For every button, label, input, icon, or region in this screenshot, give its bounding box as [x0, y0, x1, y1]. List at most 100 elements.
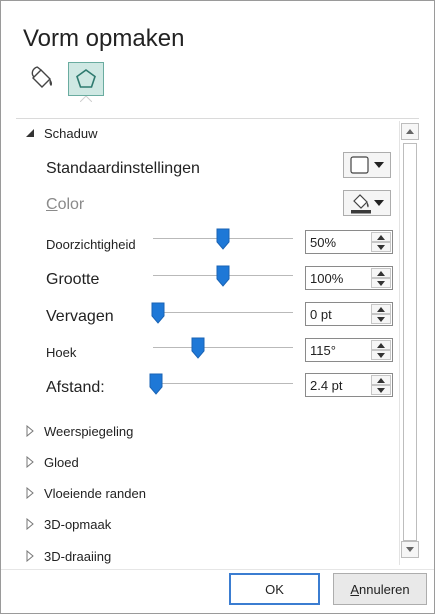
- section-glow-label: Gloed: [44, 454, 79, 470]
- angle-spinner[interactable]: [305, 338, 393, 362]
- color-label-rest: olor: [57, 196, 85, 213]
- cancel-label-rest: nnuleren: [359, 581, 410, 597]
- vertical-scrollbar[interactable]: [399, 121, 419, 565]
- section-soft-edges-label: Vloeiende randen: [44, 485, 146, 501]
- angle-slider[interactable]: [153, 337, 293, 359]
- spin-up-button[interactable]: [371, 375, 391, 385]
- distance-slider[interactable]: [149, 373, 293, 395]
- spin-arrows: [371, 340, 391, 360]
- blur-slider[interactable]: [151, 302, 293, 324]
- arrow-down-icon: [406, 547, 414, 552]
- section-3d-format-label: 3D-opmaak: [44, 516, 112, 532]
- color-label-accesskey: C: [46, 196, 58, 213]
- spin-arrows: [371, 268, 391, 288]
- expand-triangle-icon: [24, 487, 36, 499]
- pentagon-icon: [76, 69, 96, 88]
- paint-bucket-icon: [31, 66, 53, 88]
- spin-arrows: [371, 304, 391, 324]
- options-panel: Schaduw Standaardinstellingen Color Door…: [16, 120, 419, 565]
- section-3d-rotation-label: 3D-draaiing: [44, 548, 112, 564]
- slider-thumb[interactable]: [216, 228, 230, 250]
- scroll-down-button[interactable]: [401, 541, 419, 558]
- transparency-field[interactable]: [306, 233, 370, 251]
- slider-thumb[interactable]: [149, 373, 163, 395]
- spin-down-button[interactable]: [371, 242, 391, 252]
- arrow-down-icon: [377, 244, 385, 250]
- transparency-spinner[interactable]: [305, 230, 393, 254]
- blur-label: Vervagen: [46, 308, 114, 325]
- section-3d-format-header[interactable]: 3D-opmaak: [24, 514, 111, 534]
- spin-down-button[interactable]: [371, 385, 391, 395]
- arrow-up-icon: [377, 234, 385, 240]
- tab-effects[interactable]: [68, 62, 104, 96]
- spin-up-button[interactable]: [371, 304, 391, 314]
- distance-label: Afstand:: [46, 379, 105, 396]
- scrollbar-thumb[interactable]: [403, 143, 417, 541]
- angle-label: Hoek: [46, 345, 77, 360]
- section-3d-rotation-header[interactable]: 3D-draaiing: [24, 546, 111, 565]
- expand-triangle-icon: [24, 425, 36, 437]
- expand-triangle-icon: [24, 518, 36, 530]
- section-shadow-header[interactable]: Schaduw: [24, 123, 97, 143]
- presets-dropdown[interactable]: [343, 152, 391, 178]
- cancel-accesskey: A: [350, 581, 360, 597]
- arrow-down-icon: [377, 352, 385, 358]
- scroll-up-button[interactable]: [401, 123, 419, 140]
- size-spinner[interactable]: [305, 266, 393, 290]
- transparency-label: Doorzichtigheid: [46, 237, 136, 252]
- expand-triangle-icon: [24, 456, 36, 468]
- color-dropdown[interactable]: [343, 190, 391, 216]
- size-slider[interactable]: [153, 265, 293, 287]
- spin-arrows: [371, 375, 391, 395]
- section-reflection-label: Weerspiegeling: [44, 423, 134, 439]
- format-shape-dialog: Vorm opmaken Schaduw Standaardinstelling…: [0, 0, 435, 614]
- color-label: Color: [46, 196, 84, 214]
- paint-bucket-color-icon: [351, 194, 371, 214]
- arrow-up-icon: [406, 129, 414, 134]
- spin-down-button[interactable]: [371, 278, 391, 288]
- slider-thumb[interactable]: [216, 265, 230, 287]
- distance-spinner[interactable]: [305, 373, 393, 397]
- dialog-title: Vorm opmaken: [23, 25, 185, 52]
- section-glow-header[interactable]: Gloed: [24, 452, 79, 472]
- distance-field[interactable]: [306, 376, 370, 394]
- slider-track: [153, 312, 293, 313]
- expand-triangle-icon: [24, 550, 36, 562]
- arrow-down-icon: [377, 387, 385, 393]
- tab-pointer-icon: [80, 96, 92, 102]
- chevron-down-icon: [374, 162, 384, 168]
- cancel-button[interactable]: Annuleren: [333, 573, 427, 605]
- tab-bar: [23, 62, 123, 102]
- size-label: Grootte: [46, 271, 100, 288]
- section-reflection-header[interactable]: Weerspiegeling: [24, 421, 133, 441]
- footer-separator: [1, 569, 434, 570]
- arrow-up-icon: [377, 306, 385, 312]
- spin-down-button[interactable]: [371, 314, 391, 324]
- arrow-up-icon: [377, 377, 385, 383]
- spin-down-button[interactable]: [371, 350, 391, 360]
- blur-field[interactable]: [306, 305, 370, 323]
- shadow-preset-swatch-icon: [350, 156, 369, 174]
- slider-thumb[interactable]: [191, 337, 205, 359]
- transparency-slider[interactable]: [153, 228, 293, 250]
- slider-thumb[interactable]: [151, 302, 165, 324]
- spin-arrows: [371, 232, 391, 252]
- collapse-triangle-icon: [24, 127, 36, 139]
- arrow-up-icon: [377, 270, 385, 276]
- section-soft-edges-header[interactable]: Vloeiende randen: [24, 483, 146, 503]
- spin-up-button[interactable]: [371, 268, 391, 278]
- blur-spinner[interactable]: [305, 302, 393, 326]
- spin-up-button[interactable]: [371, 232, 391, 242]
- slider-track: [153, 347, 293, 348]
- ok-button[interactable]: OK: [229, 573, 320, 605]
- angle-field[interactable]: [306, 341, 370, 359]
- arrow-down-icon: [377, 280, 385, 286]
- tab-fill-line[interactable]: [23, 62, 59, 96]
- spin-up-button[interactable]: [371, 340, 391, 350]
- chevron-down-icon: [374, 200, 384, 206]
- presets-label: Standaardinstellingen: [46, 160, 200, 177]
- size-field[interactable]: [306, 269, 370, 287]
- tab-separator: [16, 118, 419, 119]
- arrow-down-icon: [377, 316, 385, 322]
- section-shadow-label: Schaduw: [44, 125, 98, 141]
